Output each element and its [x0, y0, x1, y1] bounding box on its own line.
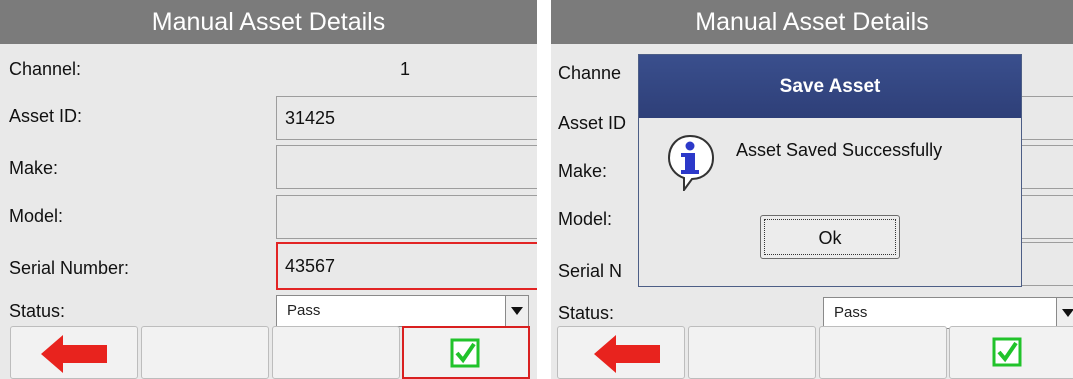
- channel-label: Channe: [558, 63, 622, 83]
- ok-button-label: Ok: [764, 219, 896, 255]
- serial-number-label: Serial N: [558, 261, 623, 281]
- asset-id-label: Asset ID:: [9, 106, 83, 126]
- status-selected-value: Pass: [287, 302, 321, 319]
- checkmark-icon: [992, 337, 1022, 367]
- serial-number-label: Serial Number:: [9, 258, 130, 278]
- channel-label: Channel:: [9, 59, 82, 79]
- status-dropdown[interactable]: Pass: [823, 297, 1073, 329]
- save-asset-dialog: Save Asset Asset Saved Successfully Ok: [638, 54, 1022, 287]
- back-arrow-icon: [41, 335, 107, 373]
- info-icon: [667, 134, 715, 191]
- back-button[interactable]: [557, 326, 685, 379]
- back-arrow-icon: [594, 335, 660, 373]
- toolbar-button-3[interactable]: [272, 326, 400, 379]
- dialog-message: Asset Saved Successfully: [736, 140, 943, 160]
- make-label: Make:: [558, 161, 608, 181]
- model-label: Model:: [558, 209, 613, 229]
- save-button[interactable]: [402, 326, 530, 379]
- asset-id-label: Asset ID: [558, 113, 627, 133]
- make-label: Make:: [9, 158, 59, 178]
- save-button[interactable]: [949, 326, 1073, 379]
- toolbar-button-3[interactable]: [819, 326, 947, 379]
- bottom-toolbar: [551, 326, 1073, 379]
- dialog-title: Save Asset: [639, 55, 1021, 118]
- model-field[interactable]: [276, 195, 537, 239]
- asset-id-field[interactable]: 31425: [276, 96, 537, 140]
- serial-number-field[interactable]: 43567: [276, 242, 537, 290]
- status-label: Status:: [9, 301, 66, 321]
- status-selected-value: Pass: [834, 304, 868, 321]
- page-title: Manual Asset Details: [551, 0, 1073, 44]
- asset-details-screen-left: Manual Asset Details Channel: 1 Asset ID…: [0, 0, 537, 379]
- back-button[interactable]: [10, 326, 138, 379]
- toolbar-button-2[interactable]: [688, 326, 816, 379]
- status-dropdown[interactable]: Pass: [276, 295, 529, 327]
- ok-button[interactable]: Ok: [760, 215, 900, 259]
- toolbar-button-2[interactable]: [141, 326, 269, 379]
- model-label: Model:: [9, 206, 64, 226]
- page-title: Manual Asset Details: [0, 0, 537, 44]
- chevron-down-icon[interactable]: [505, 296, 528, 326]
- bottom-toolbar: [0, 326, 537, 379]
- chevron-down-icon[interactable]: [1056, 298, 1073, 328]
- status-label: Status:: [558, 303, 615, 323]
- checkmark-icon: [450, 338, 480, 368]
- make-field[interactable]: [276, 145, 537, 189]
- channel-value: 1: [400, 59, 411, 79]
